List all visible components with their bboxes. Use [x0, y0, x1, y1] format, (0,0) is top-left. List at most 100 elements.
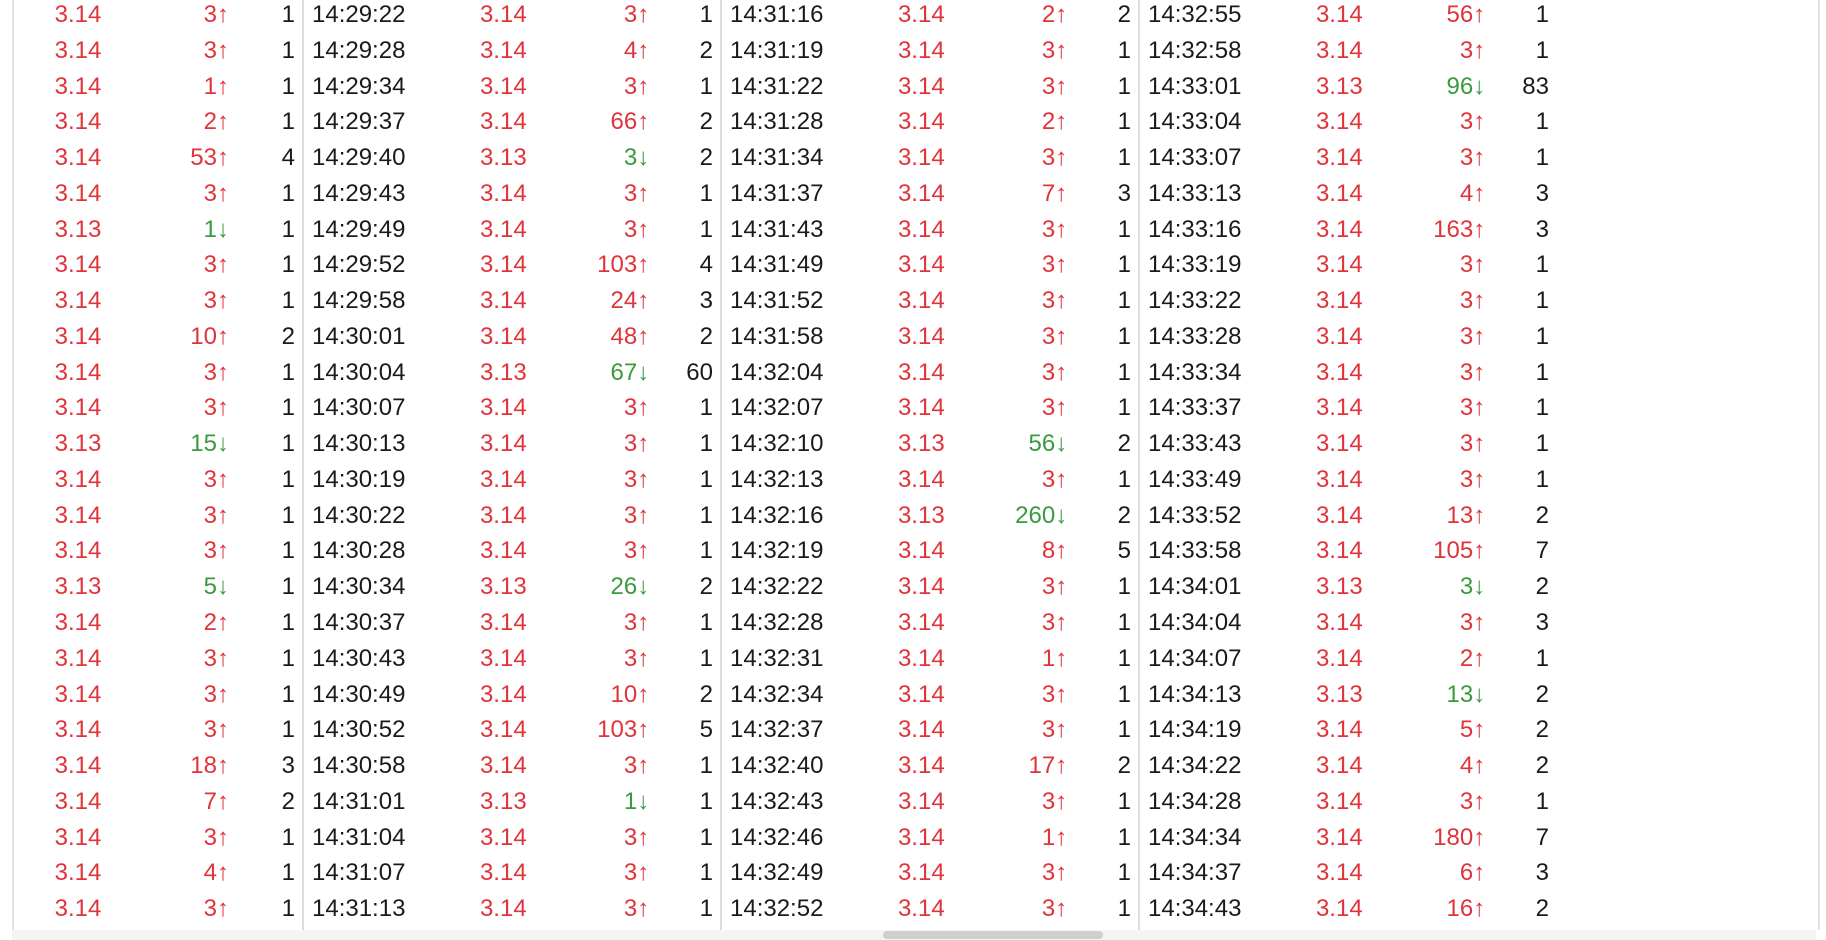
tick-row[interactable]: 3.14 2↑ 1	[14, 107, 302, 143]
tick-row[interactable]: 3.14 3↑ 1	[14, 536, 302, 572]
tick-row[interactable]: 3.14 1↑ 1	[14, 72, 302, 108]
tick-row[interactable]: 14:33:52 3.14 13↑ 2	[1140, 501, 1556, 537]
tick-row[interactable]: 14:30:28 3.14 3↑ 1	[304, 536, 720, 572]
tick-row[interactable]: 14:34:22 3.14 4↑ 2	[1140, 751, 1556, 787]
tick-row[interactable]: 14:32:40 3.14 17↑ 2	[722, 751, 1138, 787]
tick-row[interactable]: 14:30:22 3.14 3↑ 1	[304, 501, 720, 537]
tick-row[interactable]: 14:34:34 3.14 180↑ 7	[1140, 823, 1556, 859]
tick-row[interactable]: 14:30:19 3.14 3↑ 1	[304, 465, 720, 501]
tick-row[interactable]: 14:32:13 3.14 3↑ 1	[722, 465, 1138, 501]
tick-row[interactable]: 3.14 53↑ 4	[14, 143, 302, 179]
tick-row[interactable]: 14:31:58 3.14 3↑ 1	[722, 322, 1138, 358]
tick-row[interactable]: 14:32:04 3.14 3↑ 1	[722, 358, 1138, 394]
tick-row[interactable]: 14:29:22 3.14 3↑ 1	[304, 0, 720, 36]
tick-row[interactable]: 3.14 2↑ 1	[14, 608, 302, 644]
tick-row[interactable]: 3.14 3↑ 1	[14, 358, 302, 394]
tick-row[interactable]: 14:34:04 3.14 3↑ 3	[1140, 608, 1556, 644]
tick-row[interactable]: 3.14 7↑ 2	[14, 787, 302, 823]
tick-row[interactable]: 14:31:28 3.14 2↑ 1	[722, 107, 1138, 143]
tick-row[interactable]: 3.14 10↑ 2	[14, 322, 302, 358]
tick-row[interactable]: 14:31:16 3.14 2↑ 2	[722, 0, 1138, 36]
tick-row[interactable]: 14:32:43 3.14 3↑ 1	[722, 787, 1138, 823]
tick-row[interactable]: 14:33:37 3.14 3↑ 1	[1140, 393, 1556, 429]
tick-row[interactable]: 14:32:52 3.14 3↑ 1	[722, 894, 1138, 930]
tick-row[interactable]: 14:29:34 3.14 3↑ 1	[304, 72, 720, 108]
tick-row[interactable]: 14:33:13 3.14 4↑ 3	[1140, 179, 1556, 215]
tick-row[interactable]: 14:32:07 3.14 3↑ 1	[722, 393, 1138, 429]
tick-row[interactable]: 14:33:04 3.14 3↑ 1	[1140, 107, 1556, 143]
tick-row[interactable]: 14:29:40 3.13 3↓ 2	[304, 143, 720, 179]
tick-row[interactable]: 14:31:07 3.14 3↑ 1	[304, 858, 720, 894]
tick-row[interactable]: 3.13 15↓ 1	[14, 429, 302, 465]
tick-row[interactable]: 14:31:01 3.13 1↓ 1	[304, 787, 720, 823]
tick-trade-panel[interactable]: 3.14 3↑ 1 3.14 3↑ 1 3.14 1↑ 1 3.14 2↑ 1 3.14 53↑ 4 3.14…	[12, 0, 1820, 930]
tick-row[interactable]: 14:30:04 3.13 67↓ 60	[304, 358, 720, 394]
tick-row[interactable]: 14:29:58 3.14 24↑ 3	[304, 286, 720, 322]
tick-row[interactable]: 14:32:10 3.13 56↓ 2	[722, 429, 1138, 465]
tick-row[interactable]: 14:30:58 3.14 3↑ 1	[304, 751, 720, 787]
tick-row[interactable]: 14:32:22 3.14 3↑ 1	[722, 572, 1138, 608]
tick-row[interactable]: 14:30:01 3.14 48↑ 2	[304, 322, 720, 358]
tick-row[interactable]: 14:31:04 3.14 3↑ 1	[304, 823, 720, 859]
tick-row[interactable]: 14:31:49 3.14 3↑ 1	[722, 250, 1138, 286]
tick-row[interactable]: 14:31:52 3.14 3↑ 1	[722, 286, 1138, 322]
tick-row[interactable]: 3.14 3↑ 1	[14, 36, 302, 72]
tick-row[interactable]: 14:34:19 3.14 5↑ 2	[1140, 715, 1556, 751]
tick-row[interactable]: 14:33:28 3.14 3↑ 1	[1140, 322, 1556, 358]
tick-row[interactable]: 14:30:13 3.14 3↑ 1	[304, 429, 720, 465]
tick-row[interactable]: 3.14 3↑ 1	[14, 465, 302, 501]
tick-row[interactable]: 14:34:28 3.14 3↑ 1	[1140, 787, 1556, 823]
tick-row[interactable]: 3.14 3↑ 1	[14, 393, 302, 429]
tick-row[interactable]: 14:32:49 3.14 3↑ 1	[722, 858, 1138, 894]
tick-row[interactable]: 14:33:22 3.14 3↑ 1	[1140, 286, 1556, 322]
tick-row[interactable]: 14:29:52 3.14 103↑ 4	[304, 250, 720, 286]
tick-row[interactable]: 14:33:34 3.14 3↑ 1	[1140, 358, 1556, 394]
tick-row[interactable]: 14:33:07 3.14 3↑ 1	[1140, 143, 1556, 179]
tick-row[interactable]: 14:31:37 3.14 7↑ 3	[722, 179, 1138, 215]
tick-row[interactable]: 3.14 4↑ 1	[14, 858, 302, 894]
horizontal-scrollbar-thumb[interactable]	[883, 931, 1103, 939]
tick-row[interactable]: 14:31:22 3.14 3↑ 1	[722, 72, 1138, 108]
tick-row[interactable]: 14:30:34 3.13 26↓ 2	[304, 572, 720, 608]
tick-row[interactable]: 14:30:07 3.14 3↑ 1	[304, 393, 720, 429]
tick-row[interactable]: 14:30:43 3.14 3↑ 1	[304, 644, 720, 680]
tick-row[interactable]: 14:33:19 3.14 3↑ 1	[1140, 250, 1556, 286]
tick-row[interactable]: 14:32:55 3.14 56↑ 1	[1140, 0, 1556, 36]
tick-row[interactable]: 3.14 3↑ 1	[14, 286, 302, 322]
tick-row[interactable]: 14:33:49 3.14 3↑ 1	[1140, 465, 1556, 501]
tick-row[interactable]: 3.13 1↓ 1	[14, 215, 302, 251]
tick-row[interactable]: 14:33:01 3.13 96↓ 83	[1140, 72, 1556, 108]
tick-row[interactable]: 14:31:13 3.14 3↑ 1	[304, 894, 720, 930]
tick-row[interactable]: 14:31:19 3.14 3↑ 1	[722, 36, 1138, 72]
tick-row[interactable]: 3.14 3↑ 1	[14, 179, 302, 215]
tick-row[interactable]: 14:29:43 3.14 3↑ 1	[304, 179, 720, 215]
tick-row[interactable]: 14:29:37 3.14 66↑ 2	[304, 107, 720, 143]
tick-row[interactable]: 14:34:43 3.14 16↑ 2	[1140, 894, 1556, 930]
tick-row[interactable]: 14:34:37 3.14 6↑ 3	[1140, 858, 1556, 894]
tick-row[interactable]: 3.14 3↑ 1	[14, 823, 302, 859]
tick-row[interactable]: 14:32:31 3.14 1↑ 1	[722, 644, 1138, 680]
tick-row[interactable]: 14:33:16 3.14 163↑ 3	[1140, 215, 1556, 251]
tick-row[interactable]: 14:32:58 3.14 3↑ 1	[1140, 36, 1556, 72]
tick-row[interactable]: 14:33:43 3.14 3↑ 1	[1140, 429, 1556, 465]
tick-row[interactable]: 14:34:13 3.13 13↓ 2	[1140, 680, 1556, 716]
tick-row[interactable]: 3.14 3↑ 1	[14, 644, 302, 680]
tick-row[interactable]: 3.14 3↑ 1	[14, 501, 302, 537]
tick-row[interactable]: 3.14 3↑ 1	[14, 894, 302, 930]
tick-row[interactable]: 14:33:58 3.14 105↑ 7	[1140, 536, 1556, 572]
tick-row[interactable]: 14:32:37 3.14 3↑ 1	[722, 715, 1138, 751]
tick-row[interactable]: 3.14 3↑ 1	[14, 680, 302, 716]
tick-row[interactable]: 3.14 3↑ 1	[14, 250, 302, 286]
tick-row[interactable]: 3.14 18↑ 3	[14, 751, 302, 787]
tick-row[interactable]: 14:32:34 3.14 3↑ 1	[722, 680, 1138, 716]
tick-row[interactable]: 14:32:28 3.14 3↑ 1	[722, 608, 1138, 644]
tick-row[interactable]: 14:29:49 3.14 3↑ 1	[304, 215, 720, 251]
tick-row[interactable]: 14:32:46 3.14 1↑ 1	[722, 823, 1138, 859]
tick-row[interactable]: 3.14 3↑ 1	[14, 715, 302, 751]
tick-row[interactable]: 14:34:01 3.13 3↓ 2	[1140, 572, 1556, 608]
tick-row[interactable]: 14:31:34 3.14 3↑ 1	[722, 143, 1138, 179]
tick-row[interactable]: 14:30:52 3.14 103↑ 5	[304, 715, 720, 751]
tick-row[interactable]: 14:32:19 3.14 8↑ 5	[722, 536, 1138, 572]
tick-row[interactable]: 14:34:07 3.14 2↑ 1	[1140, 644, 1556, 680]
tick-row[interactable]: 14:31:43 3.14 3↑ 1	[722, 215, 1138, 251]
